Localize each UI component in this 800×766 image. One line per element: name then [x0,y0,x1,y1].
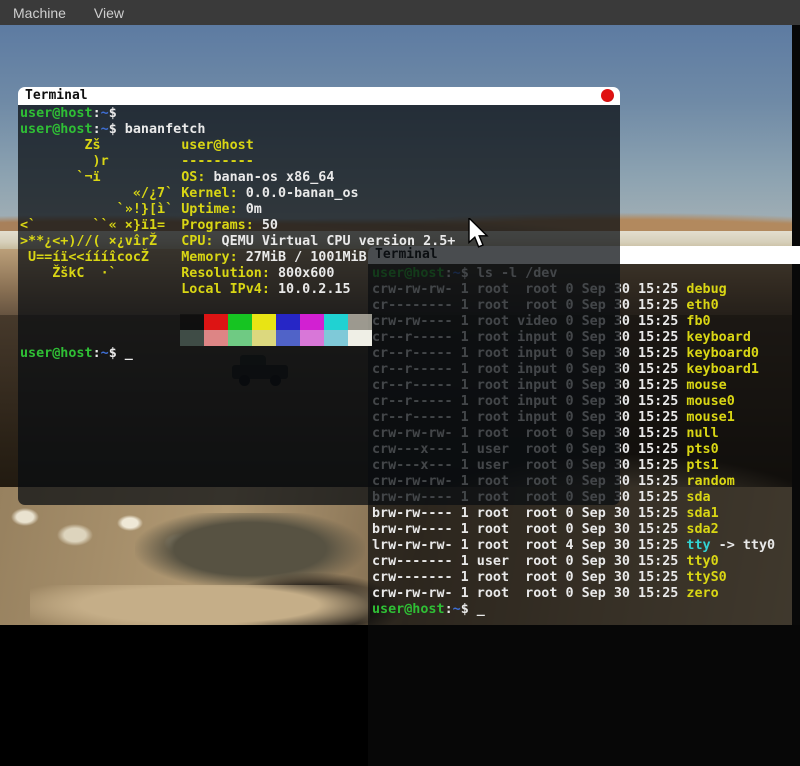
terminal-row: U==íï<<íííîcocŽ Memory: 27MiB / 1001MiB [20,250,620,266]
close-button[interactable] [601,89,614,102]
terminal-row: crw------- 1 root root 0 Sep 30 15:25 tt… [372,570,800,586]
palette-block [324,330,348,346]
palette-block [300,330,324,346]
palette-block [228,330,252,346]
terminal-row: lrw-rw-rw- 1 root root 4 Sep 30 15:25 tt… [372,538,800,554]
terminal-row: crw------- 1 user root 0 Sep 30 15:25 tt… [372,554,800,570]
terminal-row: `¬ï OS: banan-os x86_64 [20,170,620,186]
palette-block [324,314,348,330]
palette-block [276,314,300,330]
palette-block [228,314,252,330]
terminal-window-bananfetch: Terminal user@host:~$user@host:~$ bananf… [18,87,620,505]
palette-block [204,314,228,330]
vm-menu-bar: Machine View [0,0,800,25]
terminal-row: `»!}[ì` Uptime: 0m [20,202,620,218]
palette-block [348,314,372,330]
terminal-row: )r --------- [20,154,620,170]
terminal-row: crw-rw-rw- 1 root root 0 Sep 30 15:25 ze… [372,586,800,602]
terminal-row: >**¿<+)//( ×¿vîrŽ CPU: QEMU Virtual CPU … [20,234,620,250]
palette-block [180,314,204,330]
terminal-row: «/¿7` Kernel: 0.0.0-banan_os [20,186,620,202]
terminal-row [20,298,620,314]
terminal-row: user@host:~$ _ [372,602,800,618]
terminal-row: user@host:~$ bananfetch [20,122,620,138]
terminal1-title: Terminal [25,88,88,103]
terminal-row: Local IPv4: 10.0.2.15 [20,282,620,298]
menu-item-machine[interactable]: Machine [13,5,66,21]
terminal-row: ŽškC ·` Resolution: 800x600 [20,266,620,282]
mouse-pointer-icon [467,218,491,250]
palette-block [252,314,276,330]
terminal1-content[interactable]: user@host:~$user@host:~$ bananfetch Zš u… [18,105,620,505]
terminal-row: <` ``« ×}ï1= Programs: 50 [20,218,620,234]
terminal-row [20,330,620,346]
terminal-row: brw-rw---- 1 root root 0 Sep 30 15:25 sd… [372,522,800,538]
palette-block [180,330,204,346]
terminal1-title-bar[interactable]: Terminal [18,87,620,105]
palette-block [348,330,372,346]
wallpaper-sand-path [30,585,370,625]
palette-block [300,314,324,330]
terminal-row: Zš user@host [20,138,620,154]
terminal-row [20,314,620,330]
terminal-row: brw-rw---- 1 root root 0 Sep 30 15:25 sd… [372,506,800,522]
terminal-row: user@host:~$ _ [20,346,620,362]
palette-block [204,330,228,346]
palette-block [252,330,276,346]
terminal-row: user@host:~$ [20,106,620,122]
palette-block [276,330,300,346]
menu-item-view[interactable]: View [94,5,124,21]
